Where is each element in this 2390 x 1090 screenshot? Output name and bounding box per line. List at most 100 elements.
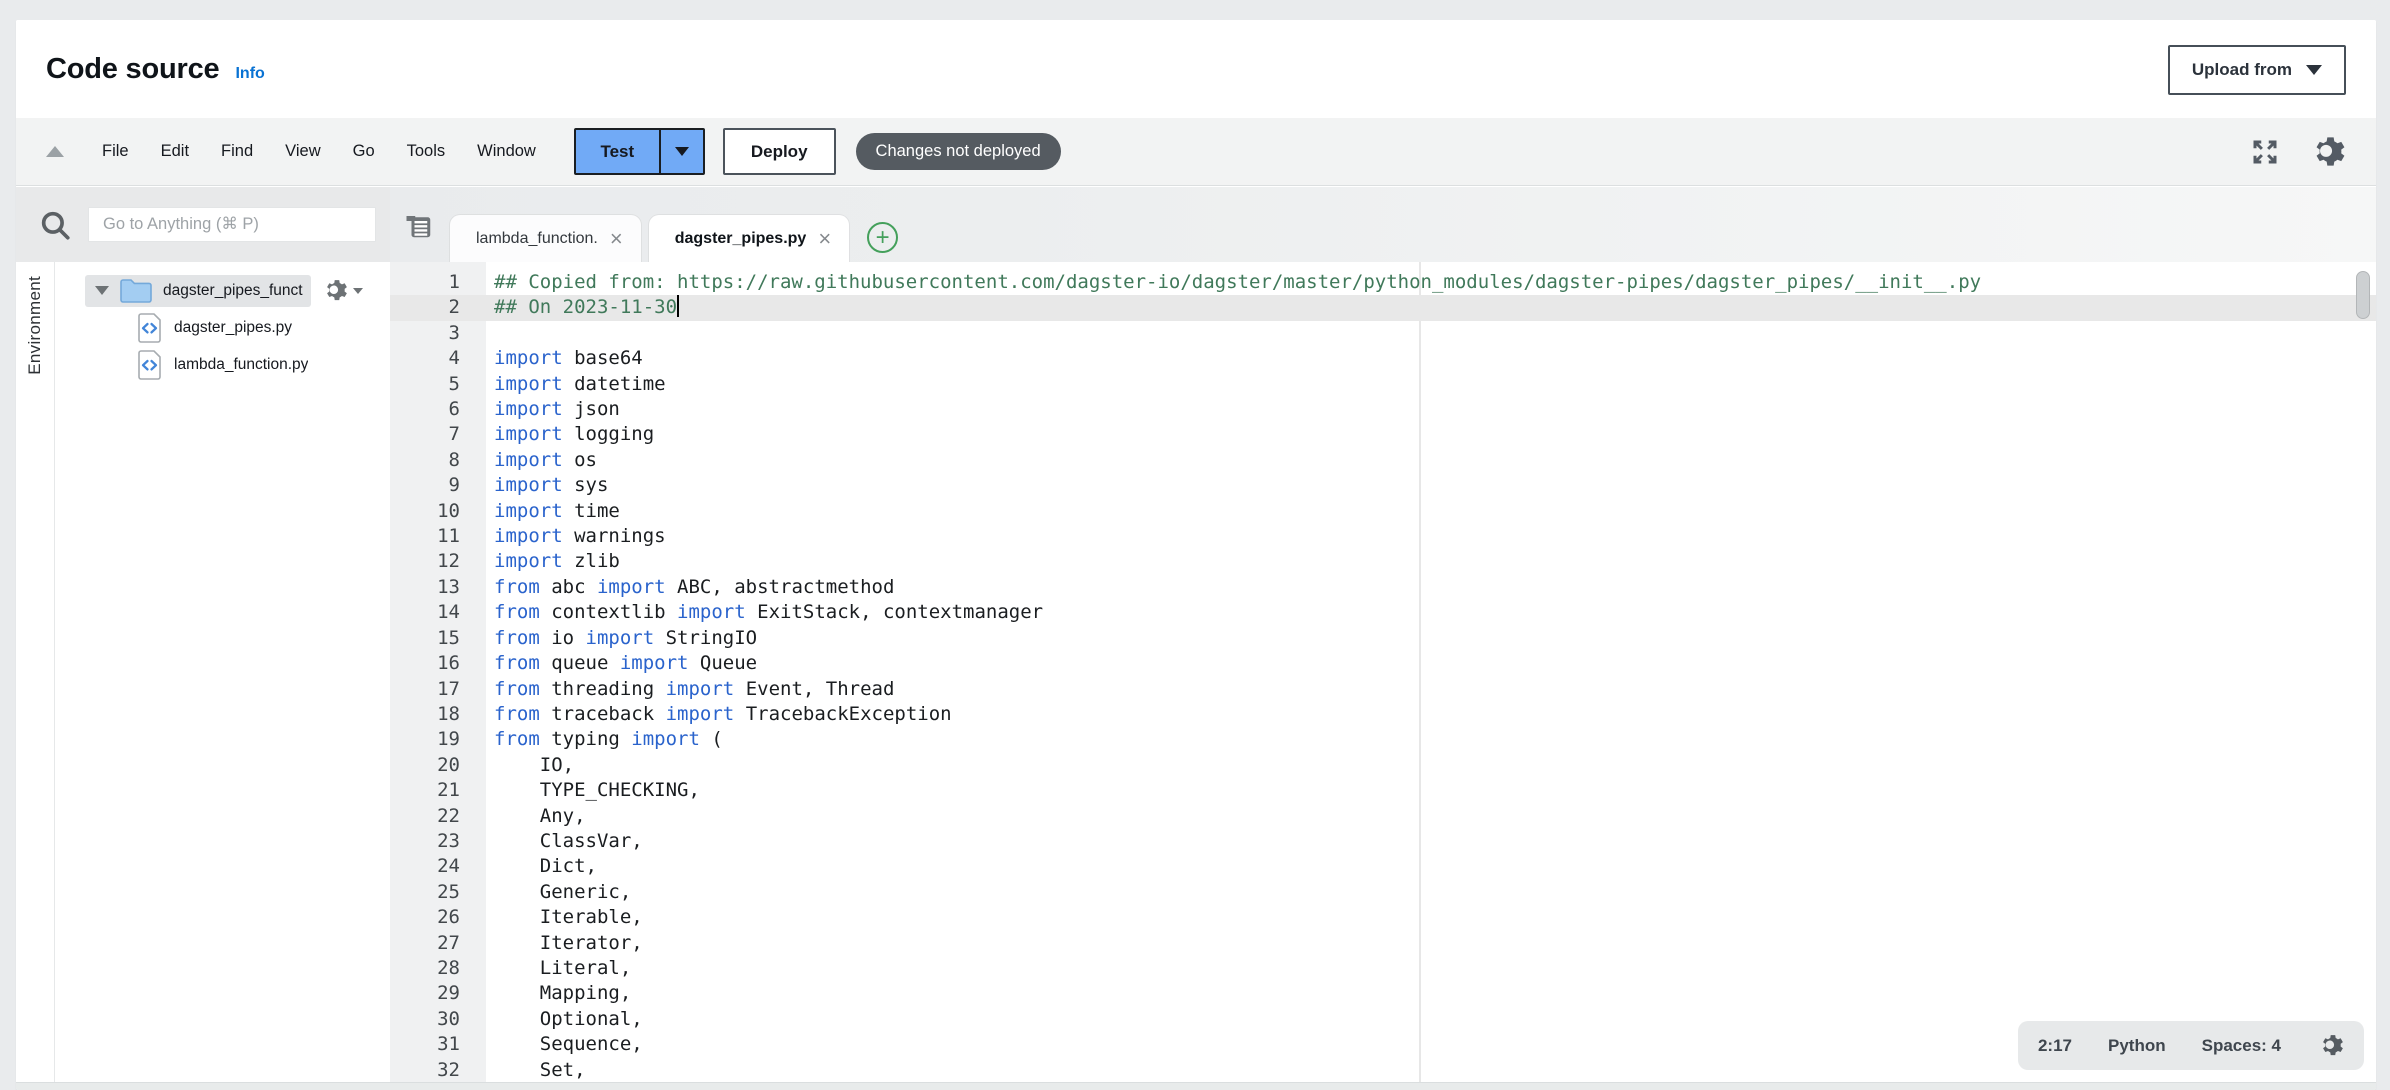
collapse-panel-icon[interactable] bbox=[46, 146, 64, 157]
settings-gear-icon[interactable] bbox=[2308, 133, 2346, 171]
test-split-button[interactable]: Test bbox=[574, 128, 705, 175]
line-number: 5 bbox=[390, 372, 486, 397]
code-line-15[interactable]: 15from io import StringIO bbox=[390, 626, 2376, 651]
line-number: 7 bbox=[390, 422, 486, 447]
line-content: Iterator, bbox=[486, 931, 643, 956]
language-mode[interactable]: Python bbox=[2108, 1036, 2166, 1056]
new-tab-button[interactable]: + bbox=[867, 222, 898, 253]
plus-icon: + bbox=[876, 226, 890, 250]
indentation-setting[interactable]: Spaces: 4 bbox=[2202, 1036, 2281, 1056]
code-line-12[interactable]: 12import zlib bbox=[390, 549, 2376, 574]
tab-dagster-pipes-py[interactable]: dagster_pipes.py× bbox=[649, 215, 849, 262]
token-keyword: import bbox=[597, 576, 666, 598]
info-link[interactable]: Info bbox=[235, 65, 264, 83]
code-editor[interactable]: 1## Copied from: https://raw.githubuserc… bbox=[390, 262, 2376, 1082]
code-line-2[interactable]: 2## On 2023-11-30 bbox=[390, 295, 2376, 320]
test-dropdown-button[interactable] bbox=[660, 128, 705, 175]
line-number: 2 bbox=[390, 295, 486, 320]
line-number: 28 bbox=[390, 956, 486, 981]
token-keyword: import bbox=[494, 500, 563, 522]
tab-label: lambda_function. bbox=[476, 230, 598, 248]
editor-toolbar: lambda_function.×dagster_pipes.py× + bbox=[16, 187, 2376, 262]
code-line-4[interactable]: 4import base64 bbox=[390, 346, 2376, 371]
folder-gear-icon[interactable] bbox=[321, 277, 363, 304]
line-content: import sys bbox=[486, 473, 608, 498]
code-line-22[interactable]: 22 Any, bbox=[390, 804, 2376, 829]
code-line-29[interactable]: 29 Mapping, bbox=[390, 981, 2376, 1006]
upload-from-button[interactable]: Upload from bbox=[2168, 45, 2346, 95]
menu-view[interactable]: View bbox=[269, 142, 336, 161]
text-cursor bbox=[677, 295, 679, 317]
close-icon[interactable]: × bbox=[610, 228, 623, 250]
menu-go[interactable]: Go bbox=[337, 142, 391, 161]
token-keyword: from bbox=[494, 652, 540, 674]
menu-edit[interactable]: Edit bbox=[145, 142, 205, 161]
tab-list-icon[interactable] bbox=[404, 211, 434, 241]
code-line-26[interactable]: 26 Iterable, bbox=[390, 905, 2376, 930]
code-line-3[interactable]: 3 bbox=[390, 321, 2376, 346]
tab-lambda-function-[interactable]: lambda_function. × bbox=[450, 215, 641, 262]
code-line-21[interactable]: 21 TYPE_CHECKING, bbox=[390, 778, 2376, 803]
code-line-13[interactable]: 13from abc import ABC, abstractmethod bbox=[390, 575, 2376, 600]
line-number: 4 bbox=[390, 346, 486, 371]
code-line-16[interactable]: 16from queue import Queue bbox=[390, 651, 2376, 676]
line-content: Mapping, bbox=[486, 981, 631, 1006]
code-line-24[interactable]: 24 Dict, bbox=[390, 854, 2376, 879]
menu-file[interactable]: File bbox=[86, 142, 145, 161]
deploy-button[interactable]: Deploy bbox=[723, 128, 836, 175]
code-line-10[interactable]: 10import time bbox=[390, 499, 2376, 524]
menu-tools[interactable]: Tools bbox=[391, 142, 462, 161]
code-line-25[interactable]: 25 Generic, bbox=[390, 880, 2376, 905]
code-line-9[interactable]: 9import sys bbox=[390, 473, 2376, 498]
code-line-28[interactable]: 28 Literal, bbox=[390, 956, 2376, 981]
code-line-23[interactable]: 23 ClassVar, bbox=[390, 829, 2376, 854]
code-line-7[interactable]: 7import logging bbox=[390, 422, 2376, 447]
line-number: 17 bbox=[390, 677, 486, 702]
tree-folder-row[interactable]: dagster_pipes_funct bbox=[55, 272, 390, 309]
vertical-scrollbar-thumb[interactable] bbox=[2356, 271, 2370, 319]
code-line-14[interactable]: 14from contextlib import ExitStack, cont… bbox=[390, 600, 2376, 625]
close-icon[interactable]: × bbox=[818, 228, 831, 250]
bottom-strip bbox=[16, 1082, 2376, 1090]
disclosure-triangle-icon[interactable] bbox=[95, 286, 109, 295]
cursor-position[interactable]: 2:17 bbox=[2038, 1036, 2072, 1056]
line-content: import json bbox=[486, 397, 620, 422]
menu-window[interactable]: Window bbox=[461, 142, 552, 161]
code-line-8[interactable]: 8import os bbox=[390, 448, 2376, 473]
line-number: 25 bbox=[390, 880, 486, 905]
page-title: Code source bbox=[46, 53, 219, 86]
editor-settings-gear-icon[interactable] bbox=[2317, 1032, 2344, 1059]
line-number: 11 bbox=[390, 524, 486, 549]
code-line-18[interactable]: 18from traceback import TracebackExcepti… bbox=[390, 702, 2376, 727]
line-content: import warnings bbox=[486, 524, 666, 549]
tree-file-dagster-pipes-py[interactable]: dagster_pipes.py bbox=[55, 309, 390, 346]
chevron-down-icon bbox=[675, 147, 689, 156]
line-content: ## On 2023-11-30 bbox=[486, 295, 679, 320]
line-content: Generic, bbox=[486, 880, 631, 905]
line-content: import base64 bbox=[486, 346, 643, 371]
fullscreen-icon[interactable] bbox=[2250, 137, 2280, 167]
code-line-27[interactable]: 27 Iterator, bbox=[390, 931, 2376, 956]
token-keyword: from bbox=[494, 703, 540, 725]
code-line-17[interactable]: 17from threading import Event, Thread bbox=[390, 677, 2376, 702]
code-line-6[interactable]: 6import json bbox=[390, 397, 2376, 422]
goto-anything-input[interactable] bbox=[88, 207, 376, 242]
menu-find[interactable]: Find bbox=[205, 142, 269, 161]
line-number: 31 bbox=[390, 1032, 486, 1057]
token-keyword: import bbox=[666, 678, 735, 700]
token-plain: IO, bbox=[494, 754, 574, 776]
code-line-5[interactable]: 5import datetime bbox=[390, 372, 2376, 397]
line-content: import os bbox=[486, 448, 597, 473]
selected-folder[interactable]: dagster_pipes_funct bbox=[85, 275, 311, 307]
code-lines[interactable]: 1## Copied from: https://raw.githubuserc… bbox=[390, 270, 2376, 1082]
code-line-20[interactable]: 20 IO, bbox=[390, 753, 2376, 778]
code-line-11[interactable]: 11import warnings bbox=[390, 524, 2376, 549]
environment-strip[interactable]: Environment bbox=[16, 262, 55, 1082]
code-line-19[interactable]: 19from typing import ( bbox=[390, 727, 2376, 752]
test-button[interactable]: Test bbox=[574, 128, 660, 175]
editor-statusbar: 2:17 Python Spaces: 4 bbox=[2018, 1021, 2364, 1070]
tree-file-lambda-function-py[interactable]: lambda_function.py bbox=[55, 346, 390, 383]
code-line-1[interactable]: 1## Copied from: https://raw.githubuserc… bbox=[390, 270, 2376, 295]
token-plain: Event, Thread bbox=[734, 678, 894, 700]
token-plain: Sequence, bbox=[494, 1033, 643, 1055]
